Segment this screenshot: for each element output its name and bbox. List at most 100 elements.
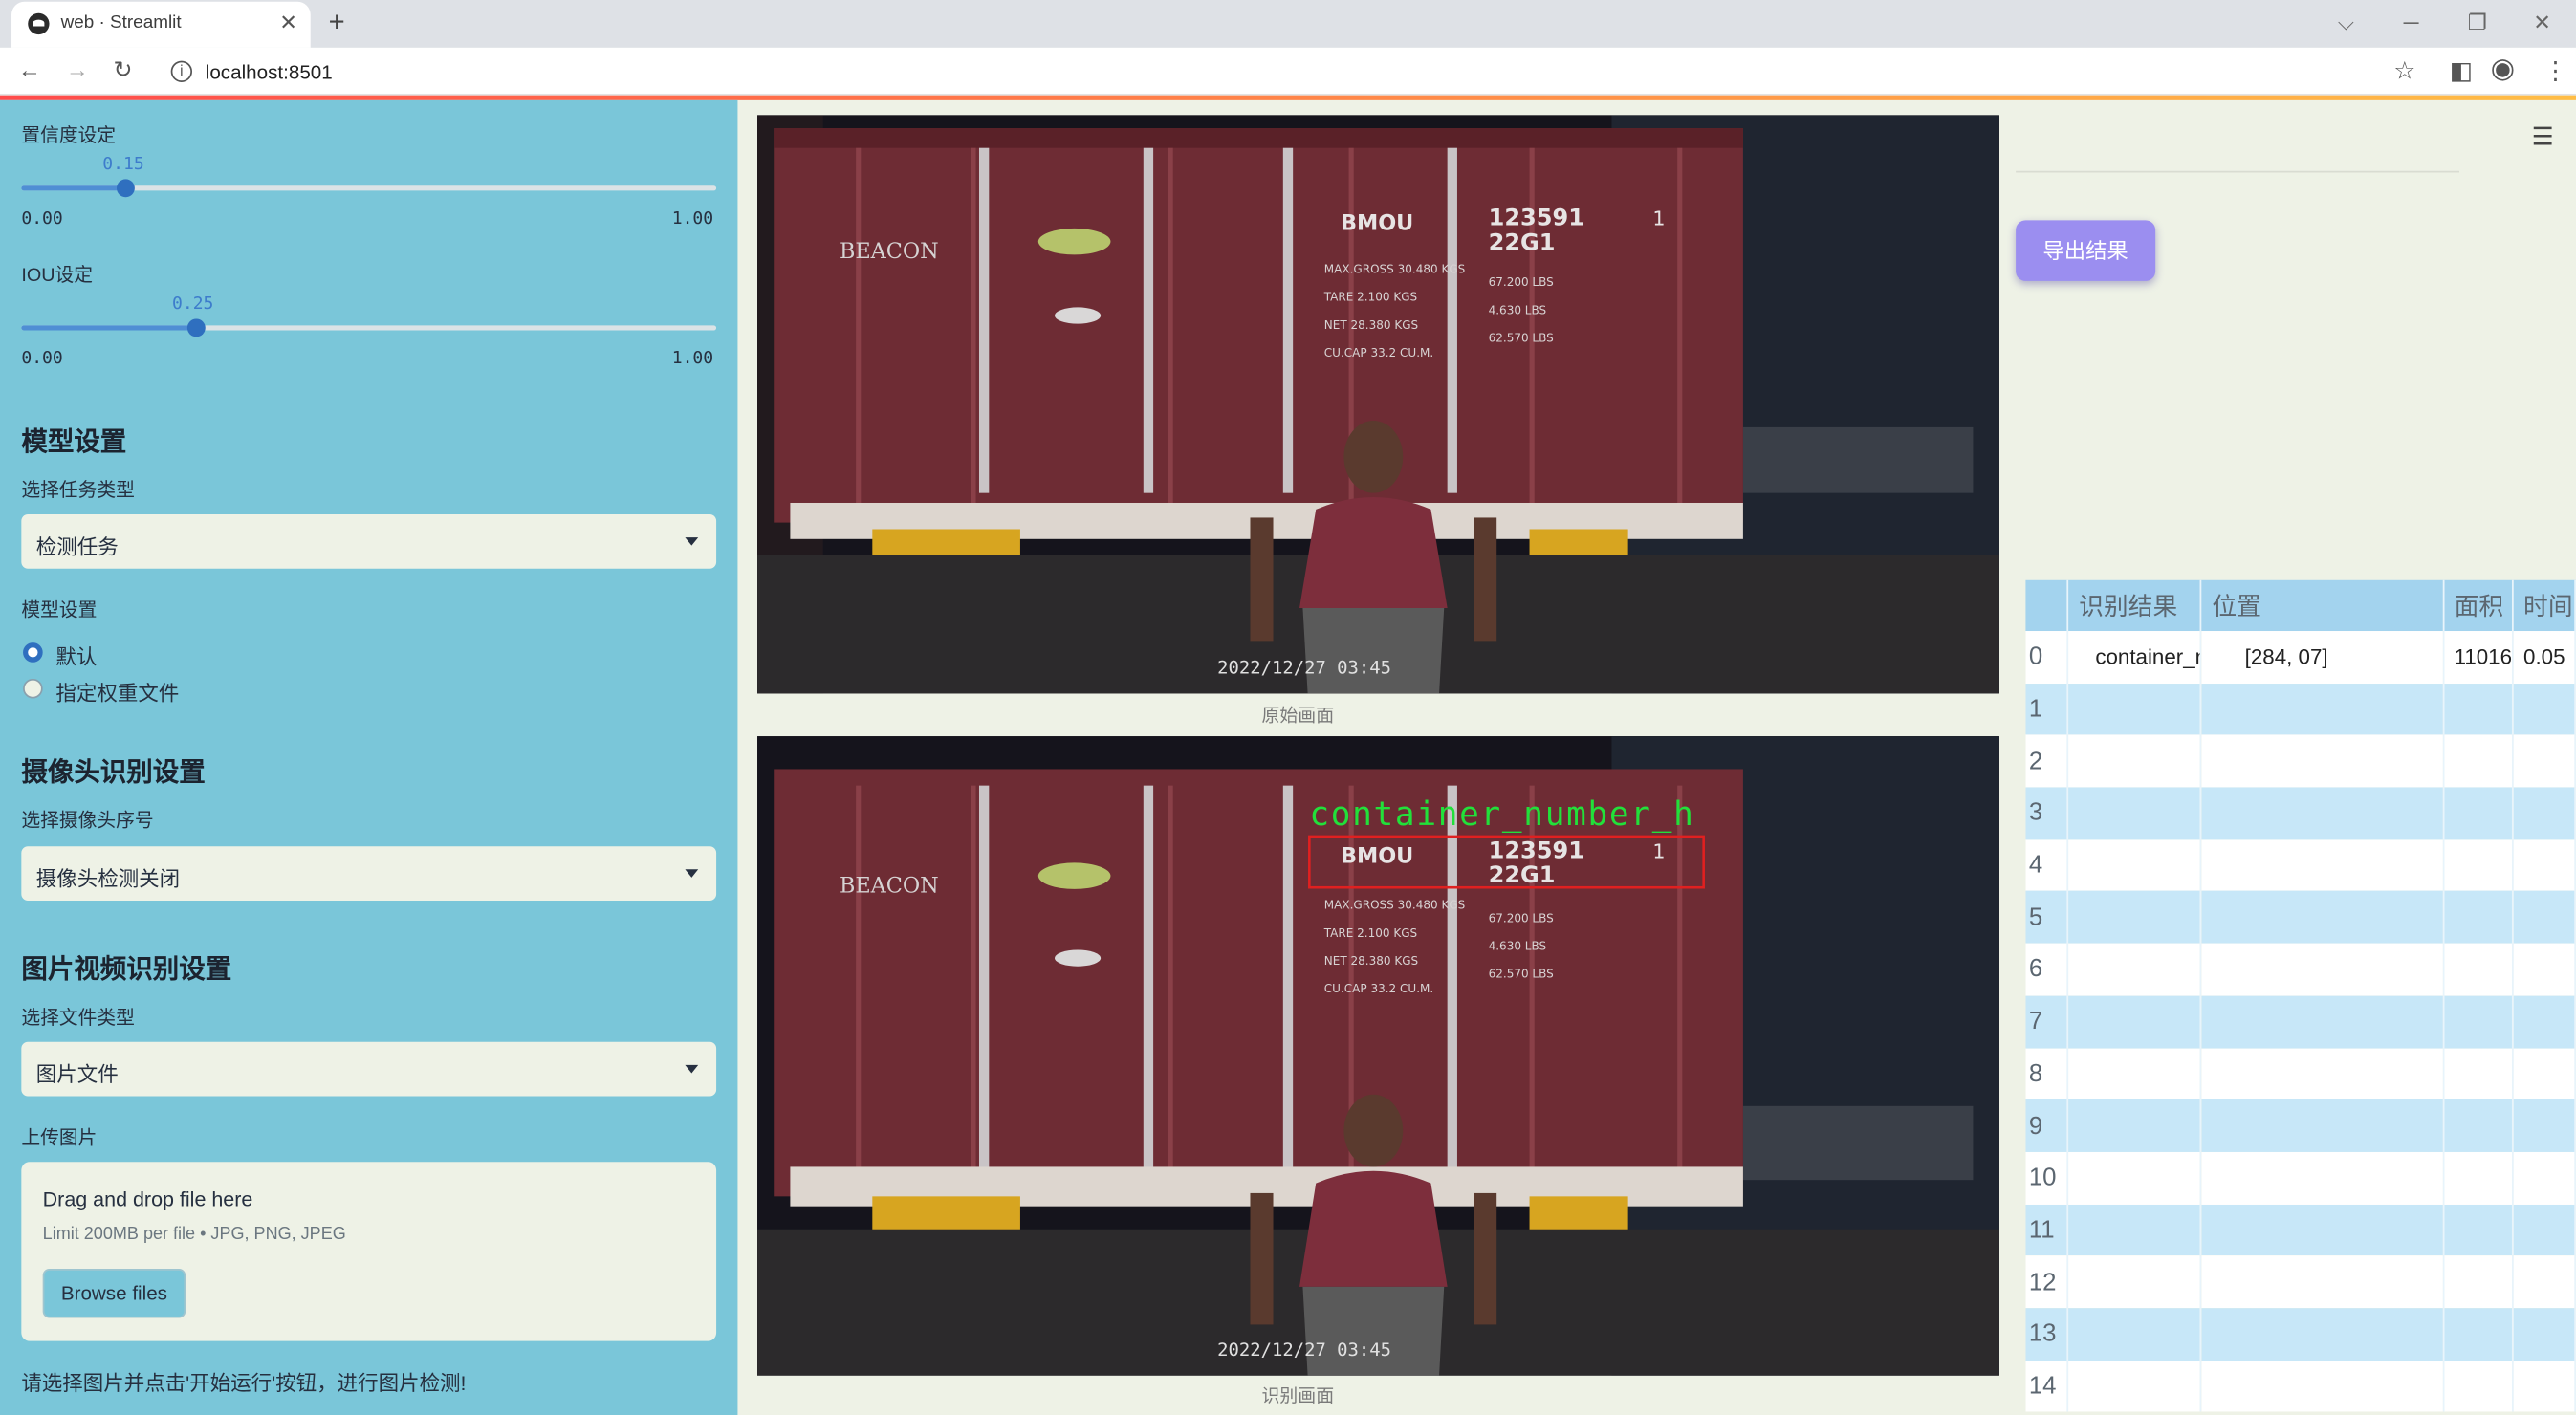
table-row[interactable]: 1: [2025, 683, 2576, 735]
result-number: 123591: [1489, 837, 1584, 863]
upload-label: 上传图片: [21, 1128, 98, 1149]
confidence-slider-thumb[interactable]: [117, 179, 136, 198]
original-spec-row: TARE 2.100 KGS: [1323, 291, 1417, 304]
cell-index: 11: [2025, 1204, 2069, 1256]
reload-icon[interactable]: ↻: [114, 55, 133, 83]
url-text: localhost:8501: [205, 60, 333, 84]
cell-position: [2201, 1047, 2445, 1100]
cell-area: [2443, 1047, 2514, 1100]
model-config-label: 模型设置: [21, 601, 98, 621]
camera-select[interactable]: 摄像头检测关闭: [21, 846, 717, 901]
cell-time: [2512, 1047, 2576, 1100]
table-row[interactable]: 0container_number_h[284, 07]110160.05: [2025, 631, 2576, 684]
col-header-index[interactable]: [2025, 579, 2069, 632]
table-row[interactable]: 2: [2025, 734, 2576, 788]
cell-time: [2512, 787, 2576, 839]
table-row[interactable]: 3: [2025, 787, 2576, 839]
file-type-select[interactable]: 图片文件: [21, 1041, 717, 1097]
cell-position: [2201, 1151, 2445, 1205]
close-window-icon[interactable]: ✕: [2533, 10, 2551, 36]
cell-position: [284, 07]: [2201, 631, 2445, 684]
cell-area: [2443, 891, 2514, 944]
cell-index: 0: [2025, 631, 2069, 684]
result-prefix: BMOU: [1341, 843, 1413, 868]
cell-area: [2443, 995, 2514, 1048]
table-row[interactable]: 7: [2025, 995, 2576, 1048]
table-row[interactable]: 13: [2025, 1308, 2576, 1361]
table-row[interactable]: 12: [2025, 1255, 2576, 1309]
iou-max: 1.00: [671, 348, 714, 369]
radio-default-label[interactable]: 默认: [55, 640, 97, 671]
result-spec-row: 4.630 LBS: [1489, 940, 1547, 953]
new-tab-icon[interactable]: +: [329, 7, 345, 39]
back-icon[interactable]: ←: [18, 55, 41, 82]
cell-area: [2443, 943, 2514, 996]
table-row[interactable]: 6: [2025, 943, 2576, 996]
tab-search-chevron-icon[interactable]: ⌵: [2338, 10, 2354, 36]
table-row[interactable]: 11: [2025, 1204, 2576, 1256]
confidence-label: 置信度设定: [21, 126, 117, 146]
cell-result: [2067, 891, 2203, 944]
minimize-icon[interactable]: ─: [2404, 10, 2419, 34]
more-menu-icon[interactable]: ⋮: [2543, 55, 2568, 85]
cell-area: [2443, 1255, 2514, 1309]
cell-time: [2512, 1255, 2576, 1309]
cell-position: [2201, 995, 2445, 1048]
iou-slider-thumb[interactable]: [186, 318, 206, 337]
col-header-result[interactable]: 识别结果: [2067, 579, 2203, 632]
side-panel-icon[interactable]: ◧: [2450, 55, 2473, 85]
cell-time: [2512, 943, 2576, 996]
forward-icon[interactable]: →: [66, 55, 89, 82]
task-type-select[interactable]: 检测任务: [21, 514, 717, 569]
omnibox[interactable]: i localhost:8501: [158, 53, 2445, 91]
cell-index: 1: [2025, 683, 2069, 735]
cell-index: 12: [2025, 1255, 2069, 1309]
table-row[interactable]: 4: [2025, 838, 2576, 892]
col-header-time[interactable]: 时间: [2512, 579, 2576, 632]
chevron-down-icon: [685, 537, 699, 546]
task-type-value: 检测任务: [35, 535, 119, 559]
file-dropzone[interactable]: Drag and drop file here Limit 200MB per …: [21, 1162, 717, 1341]
profile-avatar-icon[interactable]: ◉: [2491, 53, 2516, 85]
site-info-icon[interactable]: i: [170, 60, 193, 82]
radio-custom-weights[interactable]: [23, 678, 43, 699]
chevron-down-icon: [685, 1064, 699, 1074]
result-spec-row: NET 28.380 KGS: [1324, 954, 1418, 968]
browse-files-button[interactable]: Browse files: [42, 1268, 186, 1318]
camera-settings-header: 摄像头识别设置: [21, 759, 206, 788]
close-tab-icon[interactable]: ✕: [279, 10, 297, 36]
screen: web · Streamlit ✕ + ⌵ ─ ❐ ✕ ← → ↻ i loca…: [0, 0, 2576, 1415]
cell-index: 3: [2025, 787, 2069, 839]
col-header-area[interactable]: 面积: [2443, 579, 2514, 632]
cell-time: [2512, 838, 2576, 892]
export-results-button[interactable]: 导出结果: [2016, 220, 2156, 281]
results-table-body: 0container_number_h[284, 07]110160.05123…: [2025, 631, 2576, 1413]
table-row[interactable]: 14: [2025, 1360, 2576, 1413]
table-row[interactable]: 5: [2025, 891, 2576, 944]
restore-icon[interactable]: ❐: [2468, 10, 2487, 36]
table-row[interactable]: 9: [2025, 1099, 2576, 1152]
cell-area: [2443, 1308, 2514, 1361]
col-header-position[interactable]: 位置: [2201, 579, 2445, 632]
original-number: 123591: [1489, 204, 1584, 230]
cell-position: [2201, 1360, 2445, 1413]
file-settings-header: 图片视频识别设置: [21, 956, 232, 985]
cell-index: 4: [2025, 838, 2069, 892]
detection-label: container_number_h: [1309, 795, 1694, 834]
table-row[interactable]: 8: [2025, 1047, 2576, 1100]
container-scene-original: BEACON BMOU 123591 1 22G1 MAX.GROSS 30.4…: [757, 115, 1999, 694]
original-timestamp: 2022/12/27 03:45: [1217, 658, 1391, 679]
original-spec-row: MAX.GROSS 30.480 KGS: [1324, 262, 1465, 275]
table-row[interactable]: 10: [2025, 1151, 2576, 1205]
cell-result: [2067, 995, 2203, 1048]
radio-custom-weights-label[interactable]: 指定权重文件: [55, 675, 179, 707]
hamburger-menu-icon[interactable]: ☰: [2532, 121, 2554, 151]
instruction-text: 请选择图片并点击'开始运行'按钮，进行图片检测!: [21, 1372, 467, 1396]
confidence-slider[interactable]: [21, 179, 717, 198]
cell-result: [2067, 838, 2203, 892]
iou-slider[interactable]: [21, 318, 717, 337]
browser-tab[interactable]: web · Streamlit ✕: [11, 1, 311, 48]
result-timestamp: 2022/12/27 03:45: [1217, 1339, 1391, 1361]
bookmark-star-icon[interactable]: ☆: [2393, 55, 2415, 85]
radio-default[interactable]: [23, 642, 43, 663]
